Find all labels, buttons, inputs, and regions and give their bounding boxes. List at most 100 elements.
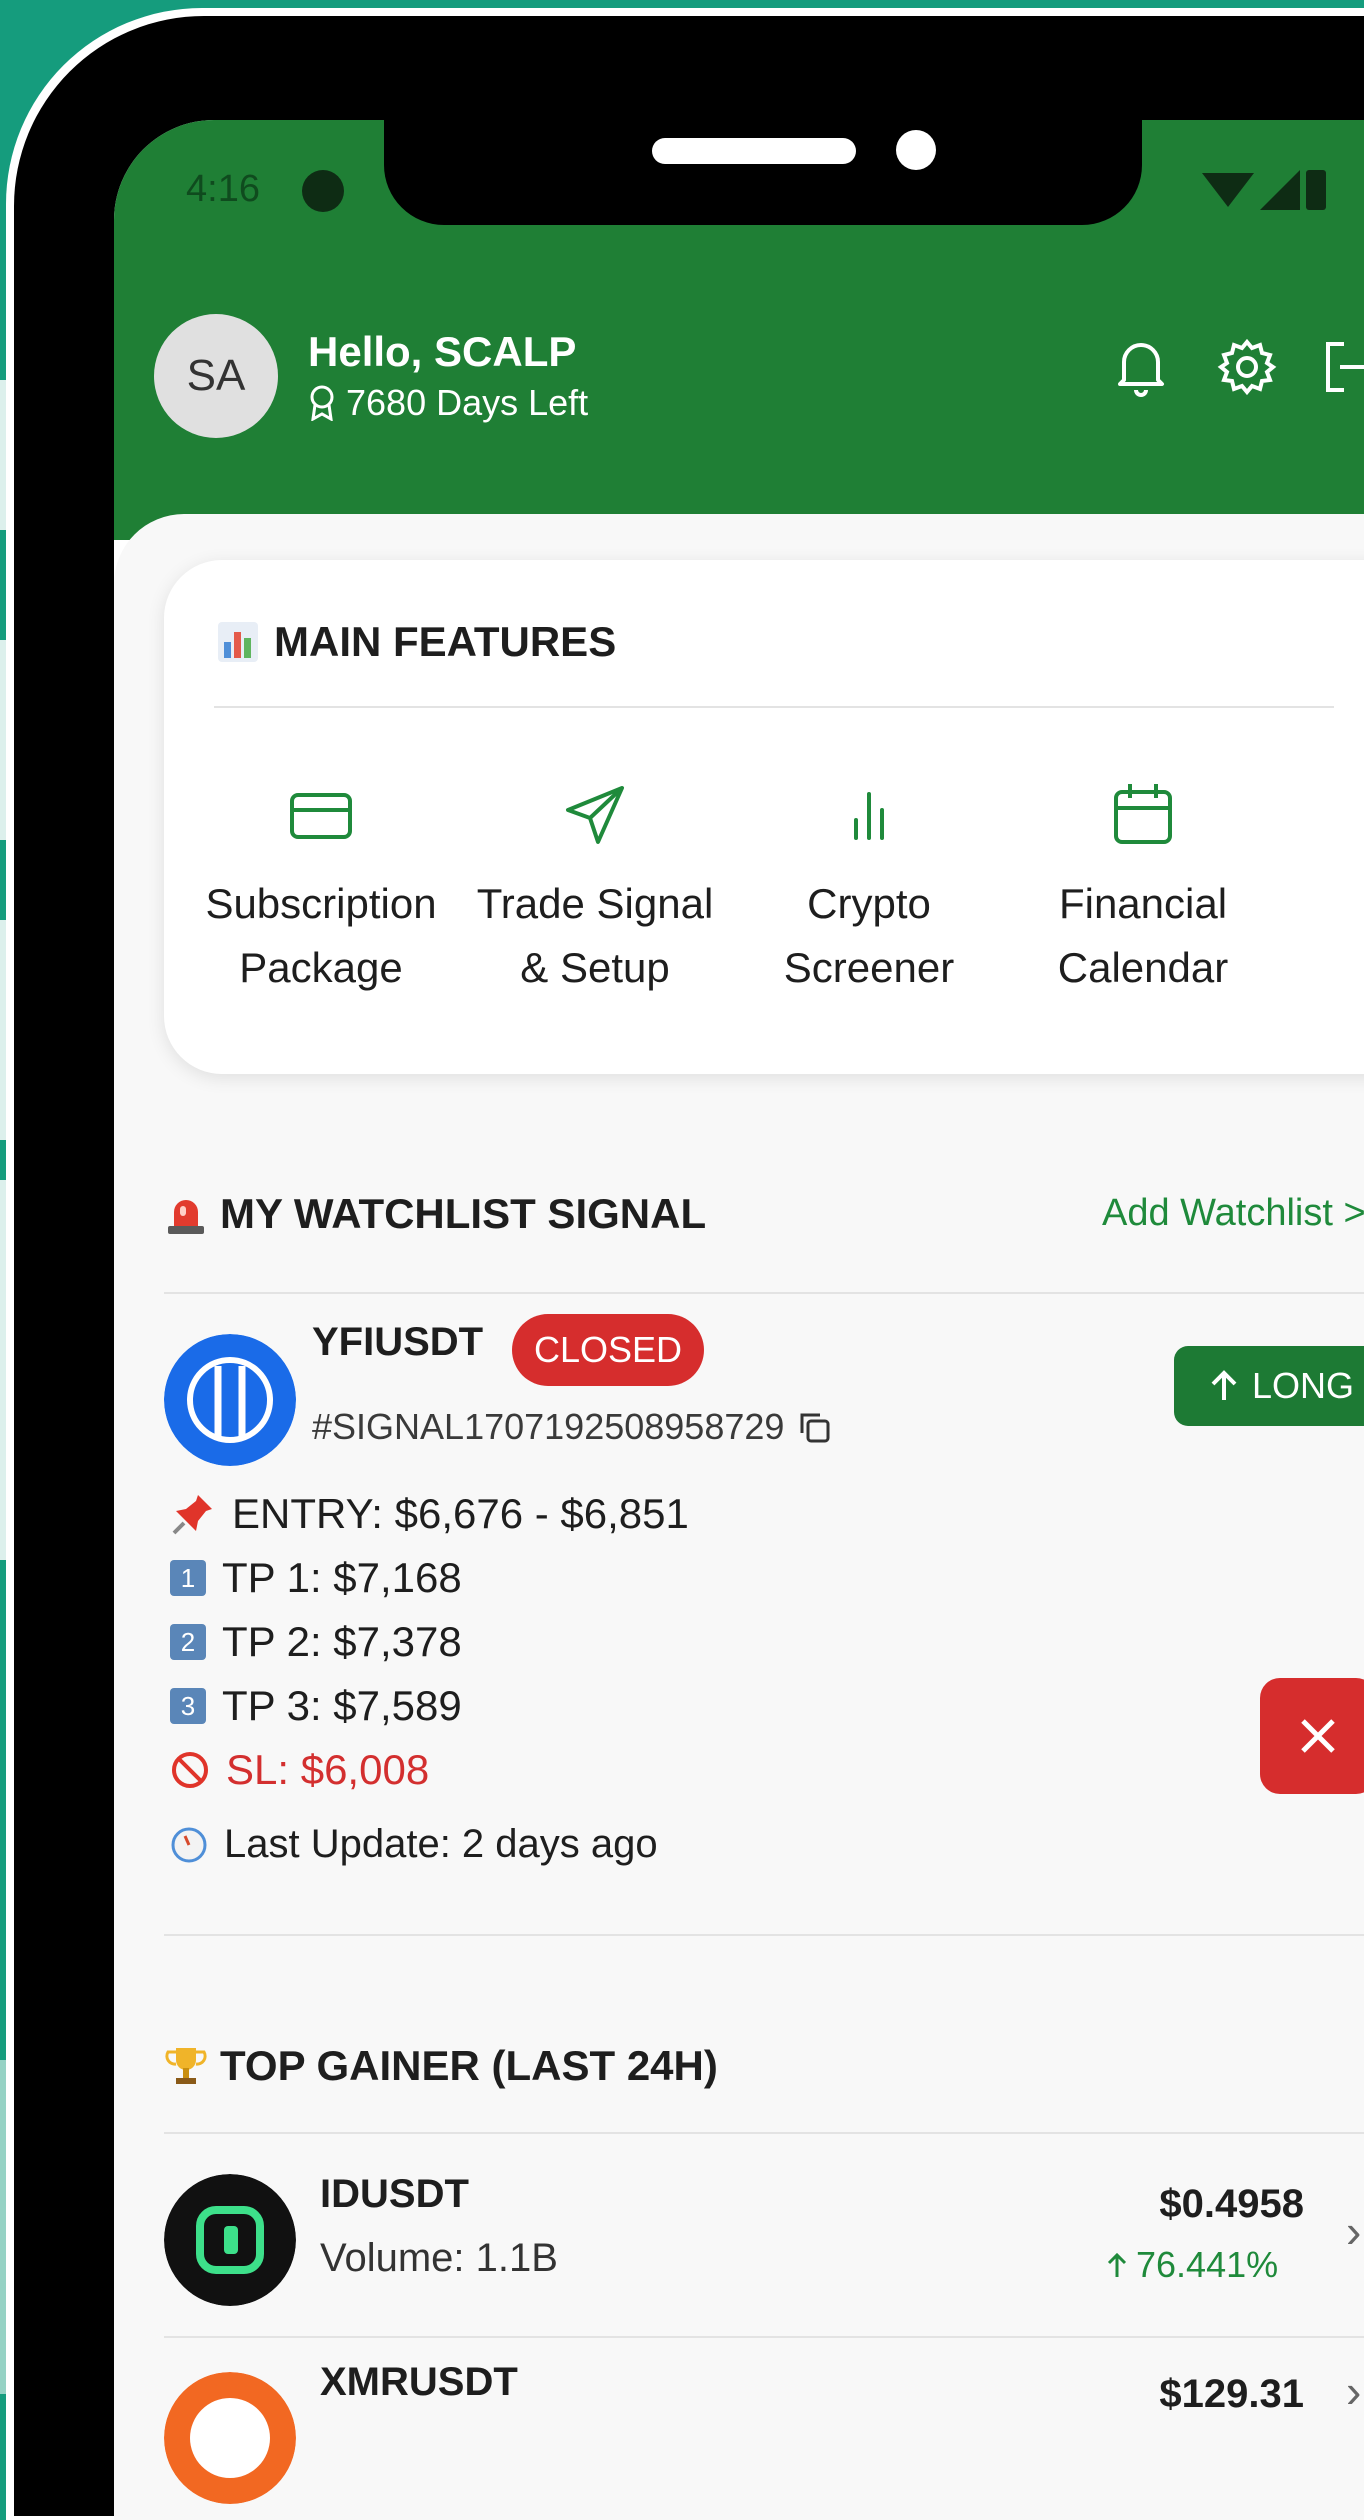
feature-label: Calendar	[1057, 944, 1229, 991]
divider	[164, 2132, 1364, 2134]
background-strip	[0, 380, 14, 530]
battery-icon	[1306, 170, 1326, 210]
feature-crypto-screener[interactable]: Crypto Screener	[734, 780, 1004, 1000]
feature-financial-calendar[interactable]: Financial Calendar	[1008, 780, 1278, 1000]
bar-chart-icon	[854, 792, 884, 840]
calendar-icon	[1114, 784, 1172, 844]
coin-symbol: IDUSDT	[320, 2172, 469, 2216]
entry-text: ENTRY: $6,676 - $6,851	[232, 1490, 689, 1537]
send-icon	[566, 786, 624, 844]
entry-line: ENTRY: $6,676 - $6,851	[170, 1490, 689, 1538]
credit-card-icon	[290, 793, 352, 839]
top-gainer-title: TOP GAINER (LAST 24H)	[164, 2042, 718, 2090]
app-screen: 4:16 SA Hello, SCALP 7680 Days Left MAIN…	[114, 120, 1364, 2520]
bar-chart-emoji-icon	[218, 622, 258, 662]
list-item[interactable]: XMRUSDT $129.31 ›	[114, 2350, 1364, 2520]
coin-symbol: XMRUSDT	[320, 2360, 518, 2404]
speaker-bar	[652, 138, 856, 164]
yfi-coin-logo	[164, 1334, 296, 1466]
days-left-label: 7680 Days Left	[346, 382, 589, 423]
greeting-text: Hello, SCALP	[308, 328, 577, 375]
add-watchlist-link[interactable]: Add Watchlist >	[1102, 1192, 1364, 1235]
last-update-text: Last Update: 2 days ago	[224, 1822, 658, 1866]
coin-change: 76.441%	[1106, 2244, 1278, 2286]
phone-frame: 4:16 SA Hello, SCALP 7680 Days Left MAIN…	[14, 16, 1364, 2520]
background-strip	[0, 1180, 14, 1560]
coin-change-value: 76.441%	[1136, 2244, 1279, 2285]
main-features-label: MAIN FEATURES	[274, 618, 617, 665]
watchlist-title-label: MY WATCHLIST SIGNAL	[220, 1190, 707, 1237]
prohibited-icon	[172, 1752, 208, 1788]
idusdt-coin-logo	[164, 2174, 296, 2306]
tp3-text: TP 3: $7,589	[222, 1682, 462, 1729]
top-gainer-title-label: TOP GAINER (LAST 24H)	[220, 2042, 718, 2089]
status-icons	[1202, 170, 1326, 210]
chevron-right-icon: ›	[1346, 2365, 1362, 2417]
main-features-card: MAIN FEATURES Subscription Package Trade…	[164, 560, 1364, 1074]
divider	[164, 1292, 1364, 1294]
days-left: 7680 Days Left	[308, 382, 588, 424]
feature-label: Crypto	[807, 880, 931, 927]
gear-icon[interactable]	[1212, 332, 1282, 402]
feature-label: Screener	[783, 944, 955, 991]
list-item[interactable]: IDUSDT Volume: 1.1B $0.4958 76.441% ›	[114, 2154, 1364, 2324]
arrow-up-icon	[1211, 1370, 1237, 1400]
number-2-icon: 2	[170, 1624, 206, 1660]
pushpin-icon	[172, 1495, 212, 1535]
watchlist-title: MY WATCHLIST SIGNAL	[164, 1190, 706, 1238]
award-icon	[310, 385, 334, 421]
xmr-coin-logo	[164, 2372, 296, 2504]
trophy-icon	[165, 2048, 207, 2084]
background-strip	[0, 640, 14, 840]
clock-icon	[171, 1827, 207, 1862]
camera-notification-icon	[302, 170, 344, 212]
feature-label: Financial	[1058, 880, 1228, 927]
tp2-text: TP 2: $7,378	[222, 1618, 462, 1665]
siren-icon	[168, 1200, 204, 1234]
feature-subscription-package[interactable]: Subscription Package	[186, 780, 456, 1000]
tp1-text: TP 1: $7,168	[222, 1554, 462, 1601]
divider	[214, 706, 1334, 708]
divider	[164, 2336, 1364, 2338]
app-header: 4:16 SA Hello, SCALP 7680 Days Left	[114, 120, 1364, 540]
bell-icon[interactable]	[1106, 332, 1176, 402]
last-update-line: Last Update: 2 days ago	[170, 1822, 658, 1867]
signal-id-text: #SIGNAL1707192508958729	[312, 1406, 785, 1447]
sl-text: SL: $6,008	[226, 1746, 430, 1793]
feature-label: Trade Signal	[476, 880, 714, 927]
chevron-right-icon: ›	[1346, 2205, 1362, 2257]
camera-notch	[384, 120, 1142, 225]
background-strip	[0, 920, 14, 1140]
logout-icon[interactable]	[1314, 332, 1364, 402]
signal-icon	[1260, 170, 1300, 210]
number-3-icon: 3	[170, 1688, 206, 1724]
feature-label: Subscription	[205, 880, 437, 927]
copy-icon[interactable]	[796, 1409, 832, 1445]
direction-label: LONG	[1252, 1365, 1355, 1406]
front-camera	[896, 130, 936, 170]
avatar[interactable]: SA	[154, 314, 278, 438]
signal-symbol: YFIUSDT	[312, 1320, 484, 1364]
coin-volume: Volume: 1.1B	[320, 2236, 558, 2280]
coin-price: $0.4958	[1159, 2182, 1304, 2226]
signal-id: #SIGNAL1707192508958729	[312, 1406, 832, 1448]
tp3-line: 3 TP 3: $7,589	[170, 1682, 462, 1730]
tp1-line: 1 TP 1: $7,168	[170, 1554, 462, 1602]
status-badge: CLOSED	[512, 1314, 704, 1386]
close-icon	[1301, 1719, 1335, 1753]
feature-label: & Setup	[520, 944, 670, 991]
number-1-icon: 1	[170, 1560, 206, 1596]
main-content: MAIN FEATURES Subscription Package Trade…	[114, 514, 1364, 2520]
arrow-up-icon	[1107, 2252, 1127, 2277]
close-signal-button[interactable]	[1260, 1678, 1364, 1794]
background-strip	[0, 2060, 14, 2394]
long-direction-button[interactable]: LONG	[1174, 1346, 1364, 1426]
feature-trade-signal[interactable]: Trade Signal & Setup	[460, 780, 730, 1000]
main-features-title: MAIN FEATURES	[216, 618, 616, 666]
tp2-line: 2 TP 2: $7,378	[170, 1618, 462, 1666]
wifi-icon	[1202, 173, 1254, 207]
status-time: 4:16	[186, 168, 260, 210]
sl-line: SL: $6,008	[170, 1746, 429, 1794]
feature-label: Package	[239, 944, 403, 991]
coin-price: $129.31	[1159, 2372, 1304, 2416]
